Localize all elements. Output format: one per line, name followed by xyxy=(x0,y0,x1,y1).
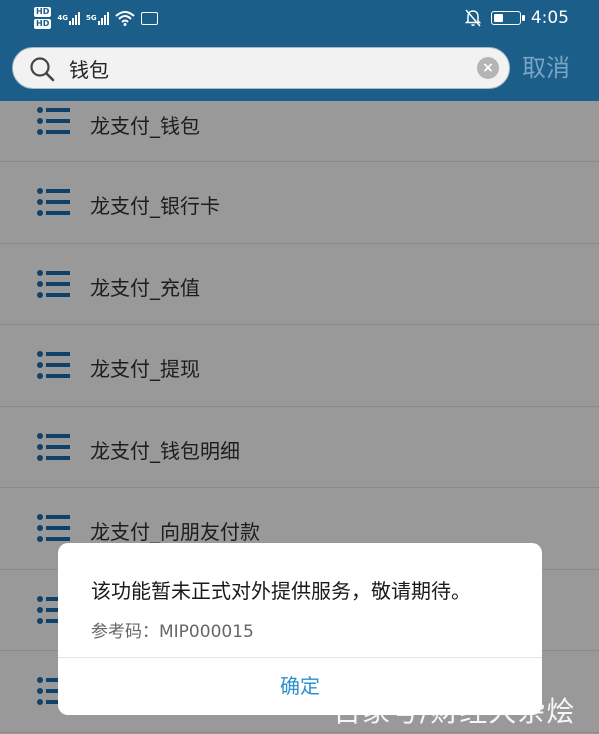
watermark: 百家号/财经大杂烩 xyxy=(333,695,576,728)
clock: 4:05 xyxy=(530,8,569,28)
search-input[interactable] xyxy=(69,55,469,81)
network-type-label: 5G xyxy=(85,14,97,22)
search-row: × 取消 xyxy=(12,47,590,89)
signal-4g: 4G xyxy=(57,11,80,25)
signal-icon xyxy=(68,11,80,25)
hd-badge: HD xyxy=(34,19,52,29)
wifi-icon xyxy=(114,11,135,26)
hd-badge: HD xyxy=(34,7,52,17)
hd-badges: HD HD xyxy=(34,7,52,29)
search-icon xyxy=(30,57,55,82)
signal-icon xyxy=(97,11,109,25)
status-bar-right: 4:05 xyxy=(464,5,569,31)
signal-5g: 5G xyxy=(86,11,109,25)
app-notification-icon xyxy=(140,11,158,25)
screen: 龙支付_钱包 龙支付_银行卡 龙支付_充值 龙支付_提现 龙支付_钱包明细 龙支… xyxy=(0,0,599,734)
dialog-reference-code: 参考码：MIP000015 xyxy=(91,622,254,642)
cancel-button[interactable]: 取消 xyxy=(522,52,592,84)
dialog-message: 该功能暂未正式对外提供服务，敬请期待。 xyxy=(91,579,471,603)
network-type-label: 4G xyxy=(57,14,68,22)
status-bar: HD HD 4G 5G 4:05 xyxy=(0,0,599,36)
search-box[interactable]: × xyxy=(12,47,510,89)
clear-icon[interactable]: × xyxy=(477,57,499,79)
mute-bell-icon xyxy=(464,9,481,27)
status-bar-left: HD HD 4G 5G xyxy=(34,4,158,32)
header: HD HD 4G 5G 4:05 钱包 × 取消 xyxy=(0,0,599,101)
battery-icon xyxy=(490,11,525,25)
battery-level xyxy=(493,14,503,22)
